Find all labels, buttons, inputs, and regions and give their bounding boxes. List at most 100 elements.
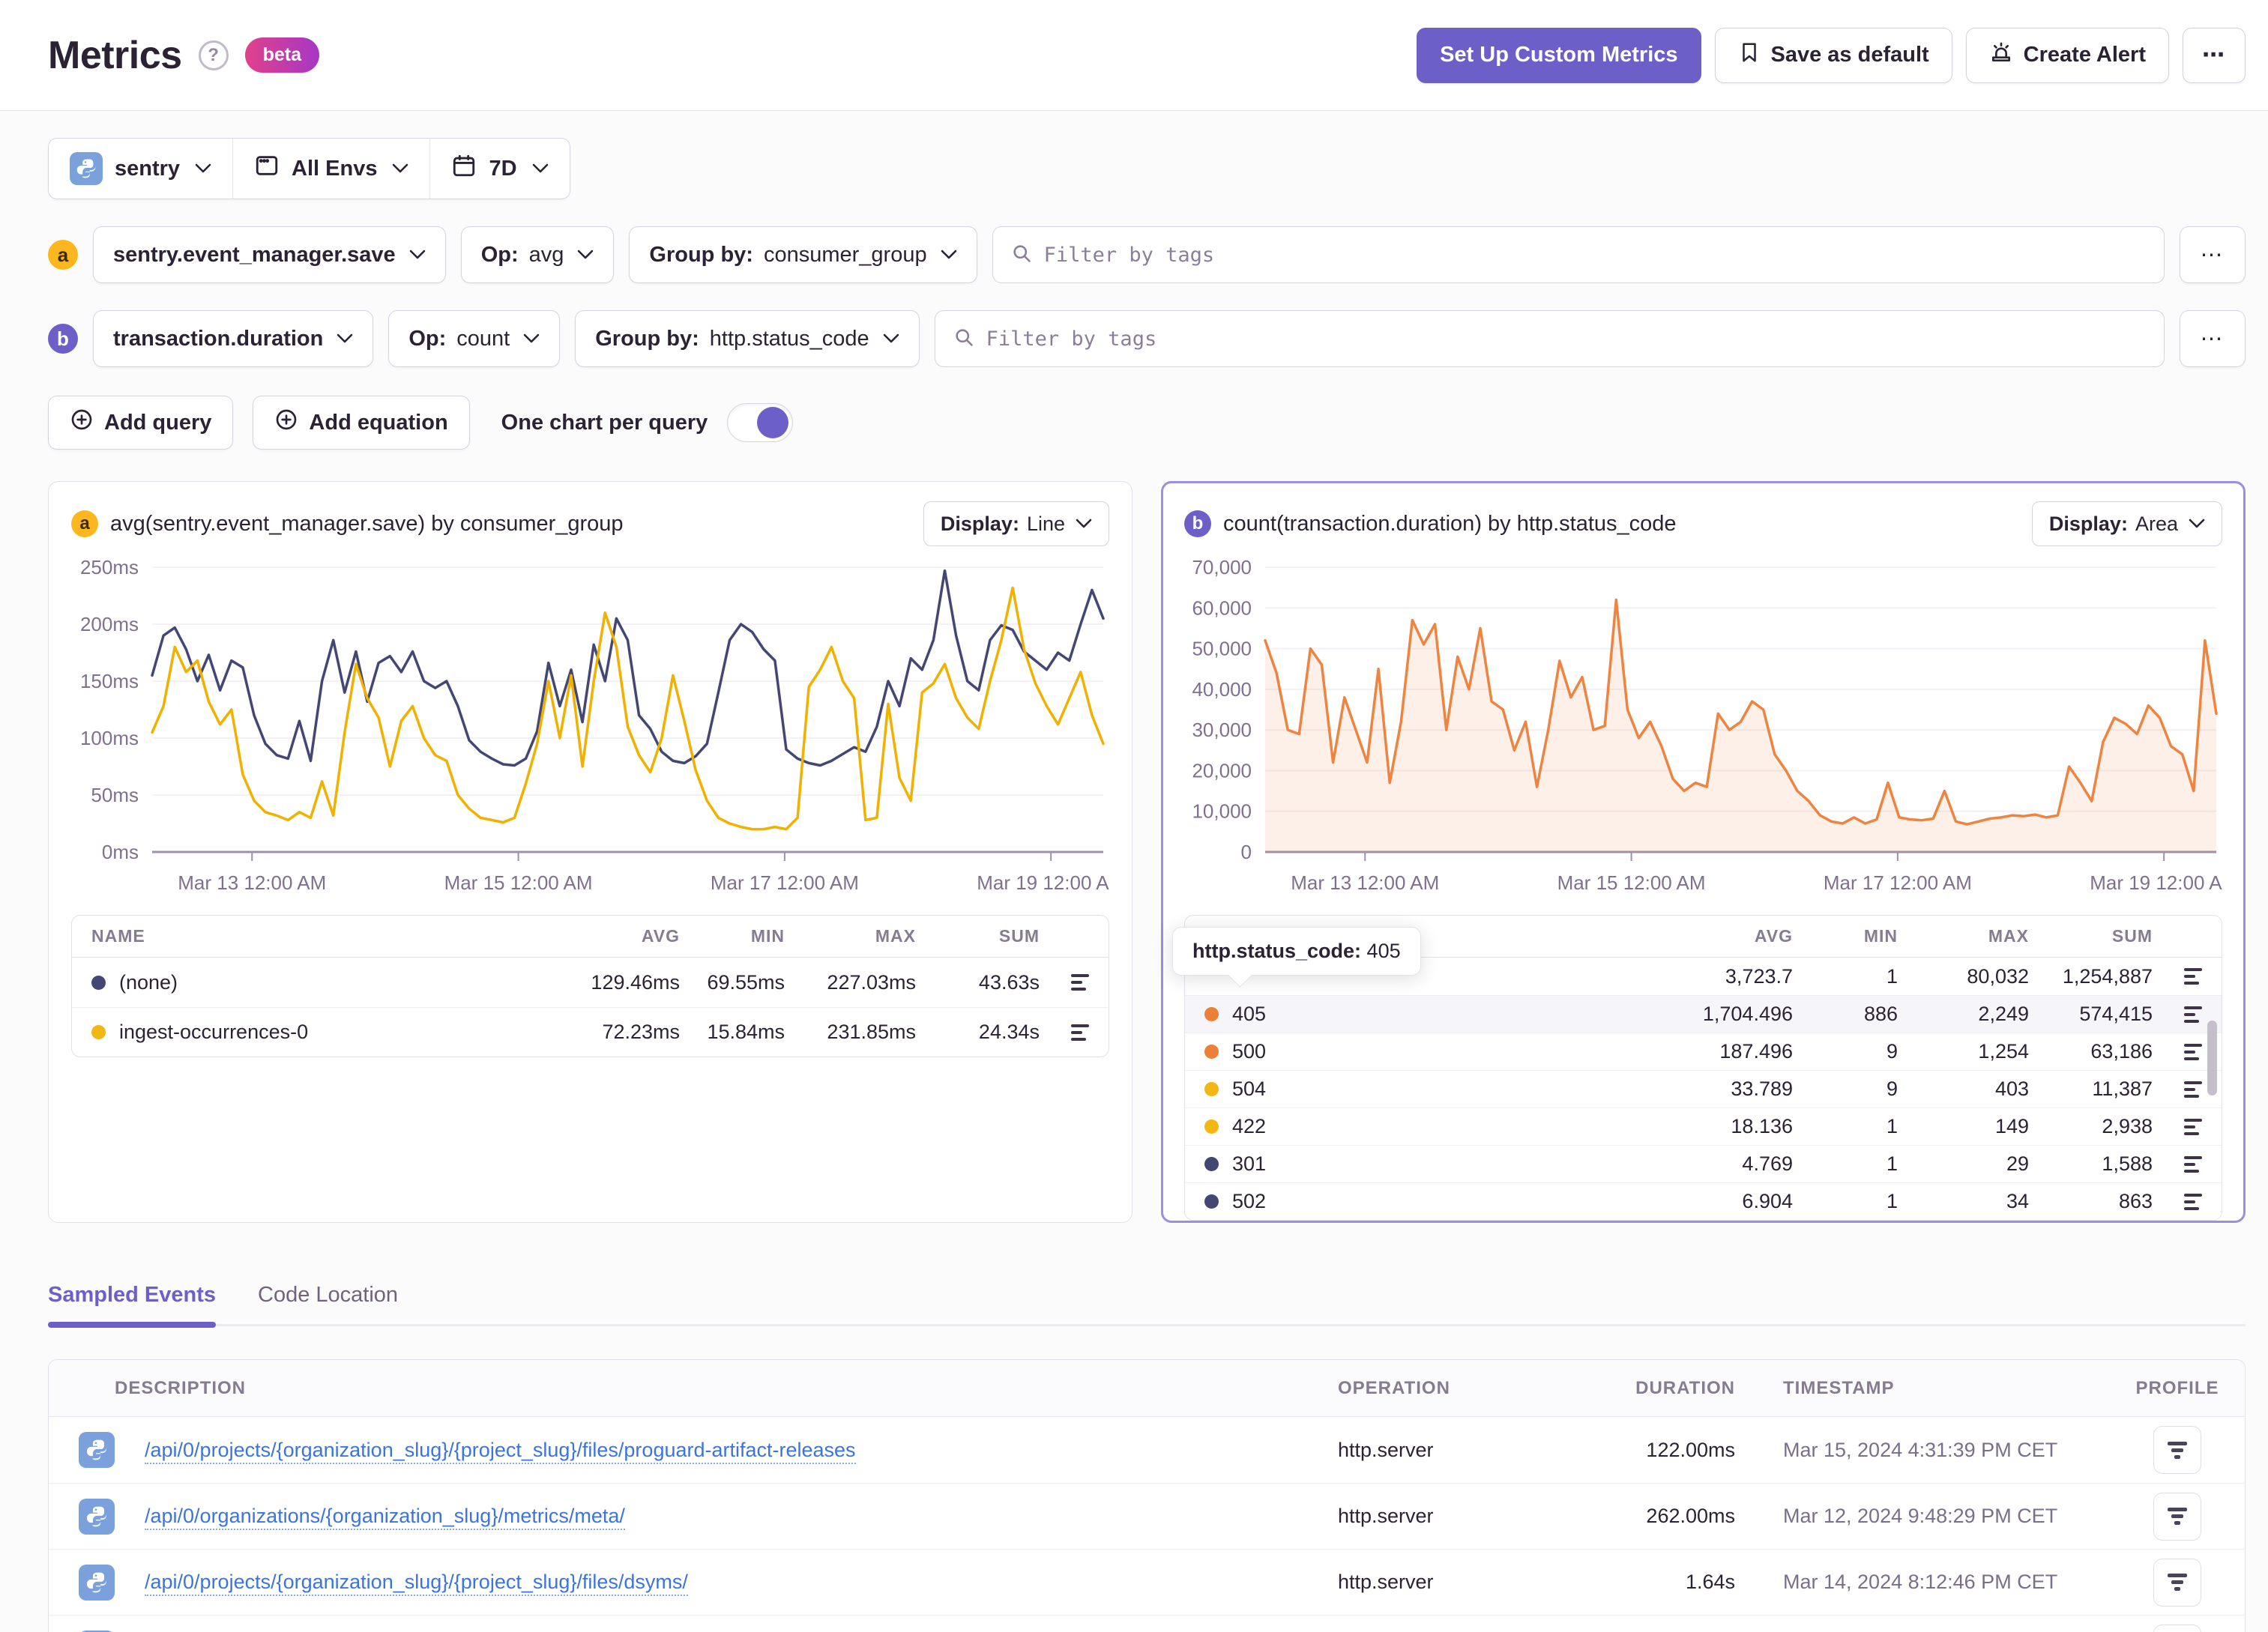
event-description-link[interactable]: /api/0/projects/{organization_slug}/{pro…: [145, 1571, 688, 1596]
series-row-menu[interactable]: [1040, 1024, 1089, 1041]
series-stat-value: 574,415: [2079, 1003, 2153, 1025]
search-icon: [1011, 243, 1032, 268]
project-selector-label: sentry: [115, 156, 181, 181]
query-options-button-b[interactable]: ⋯: [2180, 310, 2246, 367]
column-header: MAX: [875, 926, 916, 946]
op-select-b[interactable]: Op: count: [388, 310, 561, 367]
display-type-select-a[interactable]: Display: Line: [923, 501, 1109, 546]
column-header: SUM: [2111, 926, 2153, 946]
metric-select-b[interactable]: transaction.duration: [93, 310, 374, 367]
add-equation-button[interactable]: Add equation: [253, 396, 470, 450]
more-options-button[interactable]: ⋯: [2183, 27, 2246, 83]
open-profile-button[interactable]: [2153, 1492, 2201, 1541]
one-chart-per-query-toggle[interactable]: [727, 403, 794, 442]
add-equation-label: Add equation: [309, 410, 448, 435]
series-color-dot: [1204, 1119, 1219, 1134]
table-scrollbar-thumb[interactable]: [2207, 1021, 2217, 1095]
column-header: MIN: [1863, 926, 1898, 946]
page-header: Metrics ? beta Set Up Custom Metrics Sav…: [0, 0, 2268, 111]
column-header: AVG: [641, 926, 680, 946]
tooltip-value: 405: [1366, 940, 1401, 962]
metric-select-a[interactable]: sentry.event_manager.save: [93, 226, 446, 283]
series-row-menu[interactable]: [2153, 1043, 2202, 1060]
summary-row[interactable]: (none) 129.46ms 69.55ms 227.03ms 43.63s: [72, 958, 1109, 1007]
groupby-select-b[interactable]: Group by: http.status_code: [575, 310, 920, 367]
summary-row[interactable]: 500 187.496 9 1,254 63,186: [1185, 1033, 2222, 1070]
add-query-button[interactable]: Add query: [48, 396, 234, 450]
summary-row[interactable]: ingest-occurrences-0 72.23ms 15.84ms 231.85…: [72, 1007, 1109, 1057]
series-stat-value: 9: [1886, 1078, 1898, 1100]
column-header: DESCRIPTION: [115, 1377, 247, 1398]
series-row-menu[interactable]: [2153, 1155, 2202, 1173]
groupby-select-a[interactable]: Group by: consumer_group: [629, 226, 977, 283]
help-icon[interactable]: ?: [198, 40, 229, 70]
ellipsis-icon: ⋯: [2200, 326, 2225, 351]
summary-row[interactable]: 422 18.136 1 149 2,938: [1185, 1107, 2222, 1145]
row-menu-icon[interactable]: [2184, 1118, 2202, 1135]
series-stat-value: 2,938: [2102, 1115, 2153, 1137]
series-row-menu[interactable]: [2153, 1193, 2202, 1210]
row-menu-icon[interactable]: [1071, 974, 1089, 991]
open-profile-button[interactable]: [2153, 1624, 2201, 1632]
series-row-menu[interactable]: [2153, 968, 2202, 985]
area-chart[interactable]: 0 10,000 20,000 30,000 40,000 50,000 60,000 70,…: [1184, 556, 2238, 895]
series-name-cell: 405: [1204, 1003, 1662, 1026]
series-tooltip: http.status_code: 405: [1172, 927, 1421, 976]
svg-text:70,000: 70,000: [1192, 557, 1252, 578]
chevron-down-icon: [337, 333, 353, 343]
tag-filter-input-a[interactable]: Filter by tags: [992, 226, 2165, 283]
series-name-cell: 500: [1204, 1040, 1662, 1063]
summary-row[interactable]: 504 33.789 9 403 11,387: [1185, 1070, 2222, 1107]
beta-badge: beta: [244, 37, 319, 73]
row-menu-icon[interactable]: [1071, 1024, 1089, 1041]
row-menu-icon[interactable]: [2184, 968, 2202, 985]
series-stat-value: 29: [2006, 1152, 2029, 1175]
row-menu-icon[interactable]: [2184, 1155, 2202, 1173]
series-color-dot: [1204, 1045, 1219, 1059]
summary-row[interactable]: 301 4.769 1 29 1,588: [1185, 1145, 2222, 1182]
series-stat-value: 33.789: [1731, 1078, 1793, 1100]
event-description-link[interactable]: /api/0/projects/{organization_slug}/{pro…: [145, 1438, 856, 1464]
setup-custom-metrics-button[interactable]: Set Up Custom Metrics: [1417, 27, 1701, 83]
date-range-selector[interactable]: 7D: [429, 139, 569, 199]
event-description-link[interactable]: /api/0/organizations/{organization_slug}…: [145, 1505, 625, 1530]
tab-code-location[interactable]: Code Location: [258, 1283, 398, 1324]
create-alert-button[interactable]: Create Alert: [1965, 27, 2169, 83]
save-as-default-button[interactable]: Save as default: [1714, 27, 1952, 83]
summary-row[interactable]: 502 6.904 1 34 863: [1185, 1182, 2222, 1220]
series-row-menu[interactable]: [1040, 974, 1089, 991]
row-menu-icon[interactable]: [2184, 1193, 2202, 1210]
summary-row[interactable]: 405 1,704.496 886 2,249 574,415: [1185, 995, 2222, 1033]
series-stat-value: 43.63s: [978, 970, 1040, 994]
open-profile-button[interactable]: [2153, 1558, 2201, 1607]
tag-filter-input-b[interactable]: Filter by tags: [934, 310, 2165, 367]
date-range-label: 7D: [489, 156, 517, 181]
series-row-menu[interactable]: [2153, 1118, 2202, 1135]
line-chart[interactable]: 0ms 50ms 100ms 150ms 200ms 250ms Mar 13 12:00 …: [71, 556, 1125, 895]
siren-icon: [1989, 40, 2013, 70]
series-stat-value: 69.55ms: [707, 970, 785, 994]
column-header: MAX: [1988, 926, 2029, 946]
column-header: DURATION: [1635, 1377, 1735, 1398]
series-row-menu[interactable]: [2153, 1006, 2202, 1023]
event-row: /api/0/projects/{organization_slug}/{pro…: [49, 1417, 2245, 1483]
series-row-menu[interactable]: [2153, 1081, 2202, 1098]
row-menu-icon[interactable]: [2184, 1006, 2202, 1023]
tab-sampled-events[interactable]: Sampled Events: [48, 1283, 217, 1328]
row-menu-icon[interactable]: [2184, 1043, 2202, 1060]
project-selector[interactable]: sentry: [49, 139, 232, 199]
op-select-a[interactable]: Op: avg: [460, 226, 615, 283]
series-name-cell: 301: [1204, 1152, 1662, 1176]
column-header: MIN: [750, 926, 785, 946]
chevron-down-icon: [409, 250, 426, 259]
query-options-button-a[interactable]: ⋯: [2180, 226, 2246, 283]
event-row: /api/0/organizations/{organization_slug}…: [49, 1483, 2245, 1549]
display-type-select-b[interactable]: Display: Area: [2031, 501, 2222, 546]
open-profile-button[interactable]: [2153, 1426, 2201, 1474]
environment-selector[interactable]: All Envs: [232, 139, 429, 199]
series-color-dot: [1204, 1007, 1219, 1021]
python-project-icon: [70, 152, 103, 185]
svg-text:20,000: 20,000: [1192, 759, 1252, 782]
event-duration: 1.64s: [1685, 1571, 1735, 1593]
row-menu-icon[interactable]: [2184, 1081, 2202, 1098]
